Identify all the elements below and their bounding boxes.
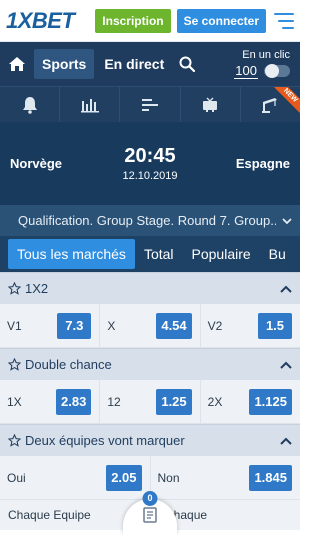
login-button[interactable]: Se connecter <box>176 8 266 33</box>
outcome-cell[interactable]: 2X 1.125 <box>201 380 300 423</box>
tab-goals[interactable]: Bu <box>260 239 295 269</box>
nav-sports[interactable]: Sports <box>34 49 95 79</box>
match-date: 12.10.2019 <box>122 169 178 182</box>
outcome-label: X <box>107 318 116 333</box>
market-header-double-chance[interactable]: Double chance <box>0 348 300 380</box>
match-time: 20:45 <box>124 144 176 167</box>
home-icon[interactable] <box>0 42 34 86</box>
top-header: 1XBET Inscription Se connecter <box>0 0 300 42</box>
away-team: Espagne <box>235 155 290 171</box>
bet-slip-count: 0 <box>142 491 158 506</box>
tab-all-markets[interactable]: Tous les marchés <box>8 239 135 269</box>
bell-icon[interactable] <box>0 87 61 122</box>
outcome-label: 12 <box>107 394 121 409</box>
odd-button[interactable]: 7.3 <box>57 312 92 339</box>
odd-button[interactable]: 1.125 <box>249 388 292 415</box>
outcome-label: Non <box>157 470 180 485</box>
home-team: Norvège <box>10 155 63 171</box>
nav-live[interactable]: En direct <box>104 56 164 72</box>
market-tabs: Tous les marchés Total Populaire Bu <box>0 236 300 272</box>
star-icon[interactable] <box>8 358 21 371</box>
outcome-label: 1X <box>7 394 22 409</box>
star-icon[interactable] <box>8 282 21 295</box>
one-click-amount[interactable]: 100 <box>234 63 258 79</box>
competition-selector[interactable]: Qualification. Group Stage. Round 7. Gro… <box>0 204 300 236</box>
market-title: Deux équipes vont marquer <box>25 433 185 448</box>
market-row: 1X 2.83 12 1.25 2X 1.125 <box>0 380 300 424</box>
outcome-cell[interactable]: Non 1.845 <box>151 456 301 499</box>
tv-icon[interactable] <box>181 87 241 122</box>
outcome-cell[interactable]: V1 7.3 <box>0 304 101 347</box>
outcome-label: 2X <box>207 394 223 409</box>
tab-popular[interactable]: Populaire <box>183 239 260 269</box>
search-icon[interactable] <box>176 53 198 75</box>
market-header-1x2[interactable]: 1X2 <box>0 272 300 304</box>
brand-logo[interactable]: 1XBET <box>6 8 75 34</box>
outcome-label: V2 <box>207 318 223 333</box>
chevron-up-icon[interactable] <box>280 357 292 372</box>
chevron-up-icon[interactable] <box>280 281 292 296</box>
outcome-cell[interactable]: V2 1.5 <box>201 304 300 347</box>
odd-button[interactable]: 1.845 <box>249 464 292 491</box>
market-title: Double chance <box>25 357 112 372</box>
odd-button[interactable]: 2.83 <box>56 388 92 415</box>
one-click-label: En un clic <box>242 49 290 61</box>
match-header: Norvège 20:45 12.10.2019 Espagne <box>0 122 300 204</box>
chevron-down-icon <box>282 213 292 228</box>
crane-icon[interactable]: NEW <box>241 87 301 122</box>
competition-label: Qualification. Group Stage. Round 7. Gro… <box>18 213 276 228</box>
outcome-cell[interactable]: 12 1.25 <box>100 380 201 423</box>
outcome-cell[interactable]: Oui 2.05 <box>0 456 151 499</box>
market-title: 1X2 <box>25 281 49 296</box>
menu-icon[interactable] <box>274 12 294 29</box>
outcome-cell[interactable]: 1X 2.83 <box>0 380 101 423</box>
stats-icon[interactable] <box>60 87 121 122</box>
chevron-up-icon[interactable] <box>280 433 292 448</box>
market-header-btts[interactable]: Deux équipes vont marquer <box>0 424 300 456</box>
outcome-label: V1 <box>7 318 22 333</box>
signup-button[interactable]: Inscription <box>95 8 171 33</box>
odd-button[interactable]: 1.25 <box>156 388 192 415</box>
market-row: V1 7.3 X 4.54 V2 1.5 <box>0 304 300 348</box>
outcome-cell[interactable]: X 4.54 <box>100 304 201 347</box>
tab-total[interactable]: Total <box>135 239 183 269</box>
odd-button[interactable]: 2.05 <box>106 464 142 491</box>
outcome-label: Oui <box>7 470 26 485</box>
match-tools-strip: NEW <box>0 86 301 122</box>
one-click-bet: En un clic 100 <box>234 49 290 79</box>
bet-slip-icon <box>142 506 158 529</box>
one-click-toggle[interactable] <box>264 64 290 78</box>
lineup-icon[interactable] <box>120 87 181 122</box>
odd-button[interactable]: 4.54 <box>156 312 192 339</box>
star-icon[interactable] <box>8 434 21 447</box>
main-nav: Sports En direct En un clic 100 <box>0 42 300 86</box>
odd-button[interactable]: 1.5 <box>257 312 292 339</box>
